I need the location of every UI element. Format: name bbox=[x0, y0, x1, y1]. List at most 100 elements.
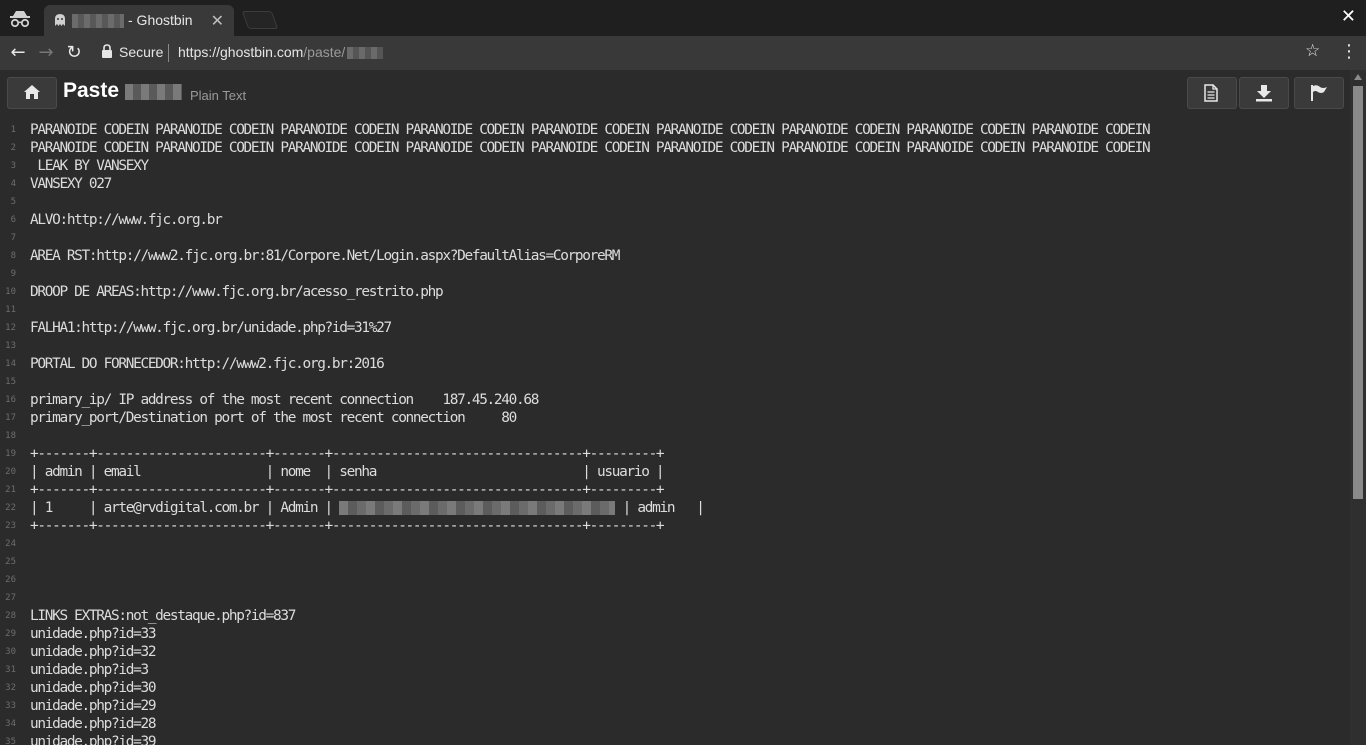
scroll-up-icon[interactable] bbox=[1354, 74, 1362, 80]
forward-icon[interactable]: → bbox=[34, 41, 58, 65]
line-number: 18 bbox=[5, 431, 16, 441]
line-number: 10 bbox=[5, 287, 16, 297]
redacted-password bbox=[339, 501, 616, 515]
line-text: | admin | email | nome | senha | usuario… bbox=[30, 464, 665, 480]
line-number: 28 bbox=[5, 611, 16, 621]
line-text: AREA RST:http://www2.fjc.org.br:81/Corpo… bbox=[30, 248, 620, 264]
line-text: VANSEXY 027 bbox=[30, 176, 112, 192]
line-number: 20 bbox=[5, 467, 16, 477]
line-text: ALVO:http://www.fjc.org.br bbox=[30, 212, 223, 228]
report-button[interactable] bbox=[1294, 77, 1344, 109]
line-number: 27 bbox=[5, 593, 16, 603]
line-number: 14 bbox=[5, 359, 16, 369]
line-number: 25 bbox=[5, 557, 16, 567]
code-line: 34 unidade.php?id=28 bbox=[0, 715, 1350, 733]
line-number: 19 bbox=[5, 449, 16, 459]
paste-header: Paste Plain Text bbox=[0, 70, 1350, 114]
line-number: 22 bbox=[5, 503, 16, 513]
line-number: 31 bbox=[5, 665, 16, 675]
line-number: 26 bbox=[5, 575, 16, 585]
code-line: 6 ALVO:http://www.fjc.org.br bbox=[0, 211, 1350, 229]
download-button[interactable] bbox=[1239, 77, 1289, 109]
line-text: +-------+-----------------------+-------… bbox=[30, 482, 665, 498]
line-number: 2 bbox=[10, 143, 16, 153]
code-line: 26 bbox=[0, 571, 1350, 589]
code-line: 13 bbox=[0, 337, 1350, 355]
new-tab-button[interactable] bbox=[241, 11, 279, 29]
tab-title: - Ghostbin bbox=[128, 12, 193, 28]
download-icon bbox=[1256, 85, 1272, 102]
menu-icon[interactable]: ⋮ bbox=[1340, 41, 1358, 62]
code-line: 29 unidade.php?id=33 bbox=[0, 625, 1350, 643]
line-number: 12 bbox=[5, 323, 16, 333]
line-text: | 1 | arte@rvdigital.com.br | Admin | | … bbox=[30, 500, 705, 516]
line-text: +-------+-----------------------+-------… bbox=[30, 518, 665, 534]
line-number: 23 bbox=[5, 521, 16, 531]
line-number: 8 bbox=[10, 251, 16, 261]
line-number: 6 bbox=[10, 215, 16, 225]
code-line: 32 unidade.php?id=30 bbox=[0, 679, 1350, 697]
redacted-paste-id bbox=[125, 84, 182, 100]
line-number: 21 bbox=[5, 485, 16, 495]
code-line: 7 bbox=[0, 229, 1350, 247]
line-text: LEAK BY VANSEXY bbox=[30, 158, 149, 174]
raw-button[interactable] bbox=[1187, 77, 1237, 109]
code-line: 14 PORTAL DO FORNECEDOR:http://www2.fjc.o… bbox=[0, 355, 1350, 373]
line-number: 5 bbox=[10, 197, 16, 207]
document-icon bbox=[1204, 84, 1218, 102]
reload-icon[interactable]: ↻ bbox=[62, 41, 86, 65]
redacted-url-id bbox=[347, 47, 384, 60]
line-number: 35 bbox=[5, 737, 16, 745]
line-number: 9 bbox=[10, 269, 16, 279]
paste-content: 1 PARANOIDE CODEIN PARANOIDE CODEIN PARAN… bbox=[0, 121, 1350, 745]
line-text: primary_ip/ IP address of the most recen… bbox=[30, 392, 539, 408]
code-line: 31 unidade.php?id=3 bbox=[0, 661, 1350, 679]
bookmark-star-icon[interactable]: ☆ bbox=[1305, 41, 1320, 61]
secure-label: Secure bbox=[119, 44, 164, 60]
tab-strip: - Ghostbin ✕ ✕ bbox=[0, 0, 1366, 36]
code-line: 24 bbox=[0, 535, 1350, 553]
code-line: 15 bbox=[0, 373, 1350, 391]
line-text: PARANOIDE CODEIN PARANOIDE CODEIN PARANO… bbox=[30, 122, 1151, 138]
browser-tab[interactable]: - Ghostbin ✕ bbox=[44, 5, 234, 36]
close-tab-icon[interactable]: ✕ bbox=[211, 11, 224, 30]
code-line: 4 VANSEXY 027 bbox=[0, 175, 1350, 193]
line-text: unidade.php?id=39 bbox=[30, 734, 156, 745]
line-text: unidade.php?id=33 bbox=[30, 626, 156, 642]
scrollbar[interactable] bbox=[1350, 70, 1366, 745]
code-line: 19 +-------+-----------------------+-----… bbox=[0, 445, 1350, 463]
code-line: 1 PARANOIDE CODEIN PARANOIDE CODEIN PARAN… bbox=[0, 121, 1350, 139]
window-close-icon[interactable]: ✕ bbox=[1341, 6, 1356, 27]
home-button[interactable] bbox=[7, 77, 57, 109]
line-number: 32 bbox=[5, 683, 16, 693]
address-bar[interactable]: Secure https://ghostbin.com/paste/ bbox=[93, 40, 1333, 66]
code-line: 16 primary_ip/ IP address of the most rec… bbox=[0, 391, 1350, 409]
line-number: 17 bbox=[5, 413, 16, 423]
line-number: 30 bbox=[5, 647, 16, 657]
code-line: 18 bbox=[0, 427, 1350, 445]
line-number: 16 bbox=[5, 395, 16, 405]
scrollbar-thumb[interactable] bbox=[1353, 86, 1363, 499]
line-number: 4 bbox=[10, 179, 16, 189]
line-number: 7 bbox=[10, 233, 16, 243]
line-text: PORTAL DO FORNECEDOR:http://www2.fjc.org… bbox=[30, 356, 385, 372]
code-line: 12 FALHA1:http://www.fjc.org.br/unidade.p… bbox=[0, 319, 1350, 337]
code-line: 23 +-------+-----------------------+-----… bbox=[0, 517, 1350, 535]
line-number: 34 bbox=[5, 719, 16, 729]
line-text: DROOP DE AREAS:http://www.fjc.org.br/ace… bbox=[30, 284, 444, 300]
line-text: unidade.php?id=32 bbox=[30, 644, 156, 660]
ghost-icon bbox=[55, 14, 65, 26]
line-text: FALHA1:http://www.fjc.org.br/unidade.php… bbox=[30, 320, 392, 336]
flag-icon bbox=[1311, 85, 1327, 101]
line-text: LINKS EXTRAS:not_destaque.php?id=837 bbox=[30, 608, 296, 624]
url-text[interactable]: https://ghostbin.com/paste/ bbox=[178, 44, 384, 60]
code-line: 27 bbox=[0, 589, 1350, 607]
line-text: +-------+-----------------------+-------… bbox=[30, 446, 665, 462]
line-text: unidade.php?id=29 bbox=[30, 698, 156, 714]
code-line: 3 LEAK BY VANSEXY bbox=[0, 157, 1350, 175]
back-icon[interactable]: ← bbox=[6, 41, 30, 65]
code-line: 2 PARANOIDE CODEIN PARANOIDE CODEIN PARAN… bbox=[0, 139, 1350, 157]
line-number: 24 bbox=[5, 539, 16, 549]
incognito-icon bbox=[10, 11, 30, 28]
line-number: 29 bbox=[5, 629, 16, 639]
